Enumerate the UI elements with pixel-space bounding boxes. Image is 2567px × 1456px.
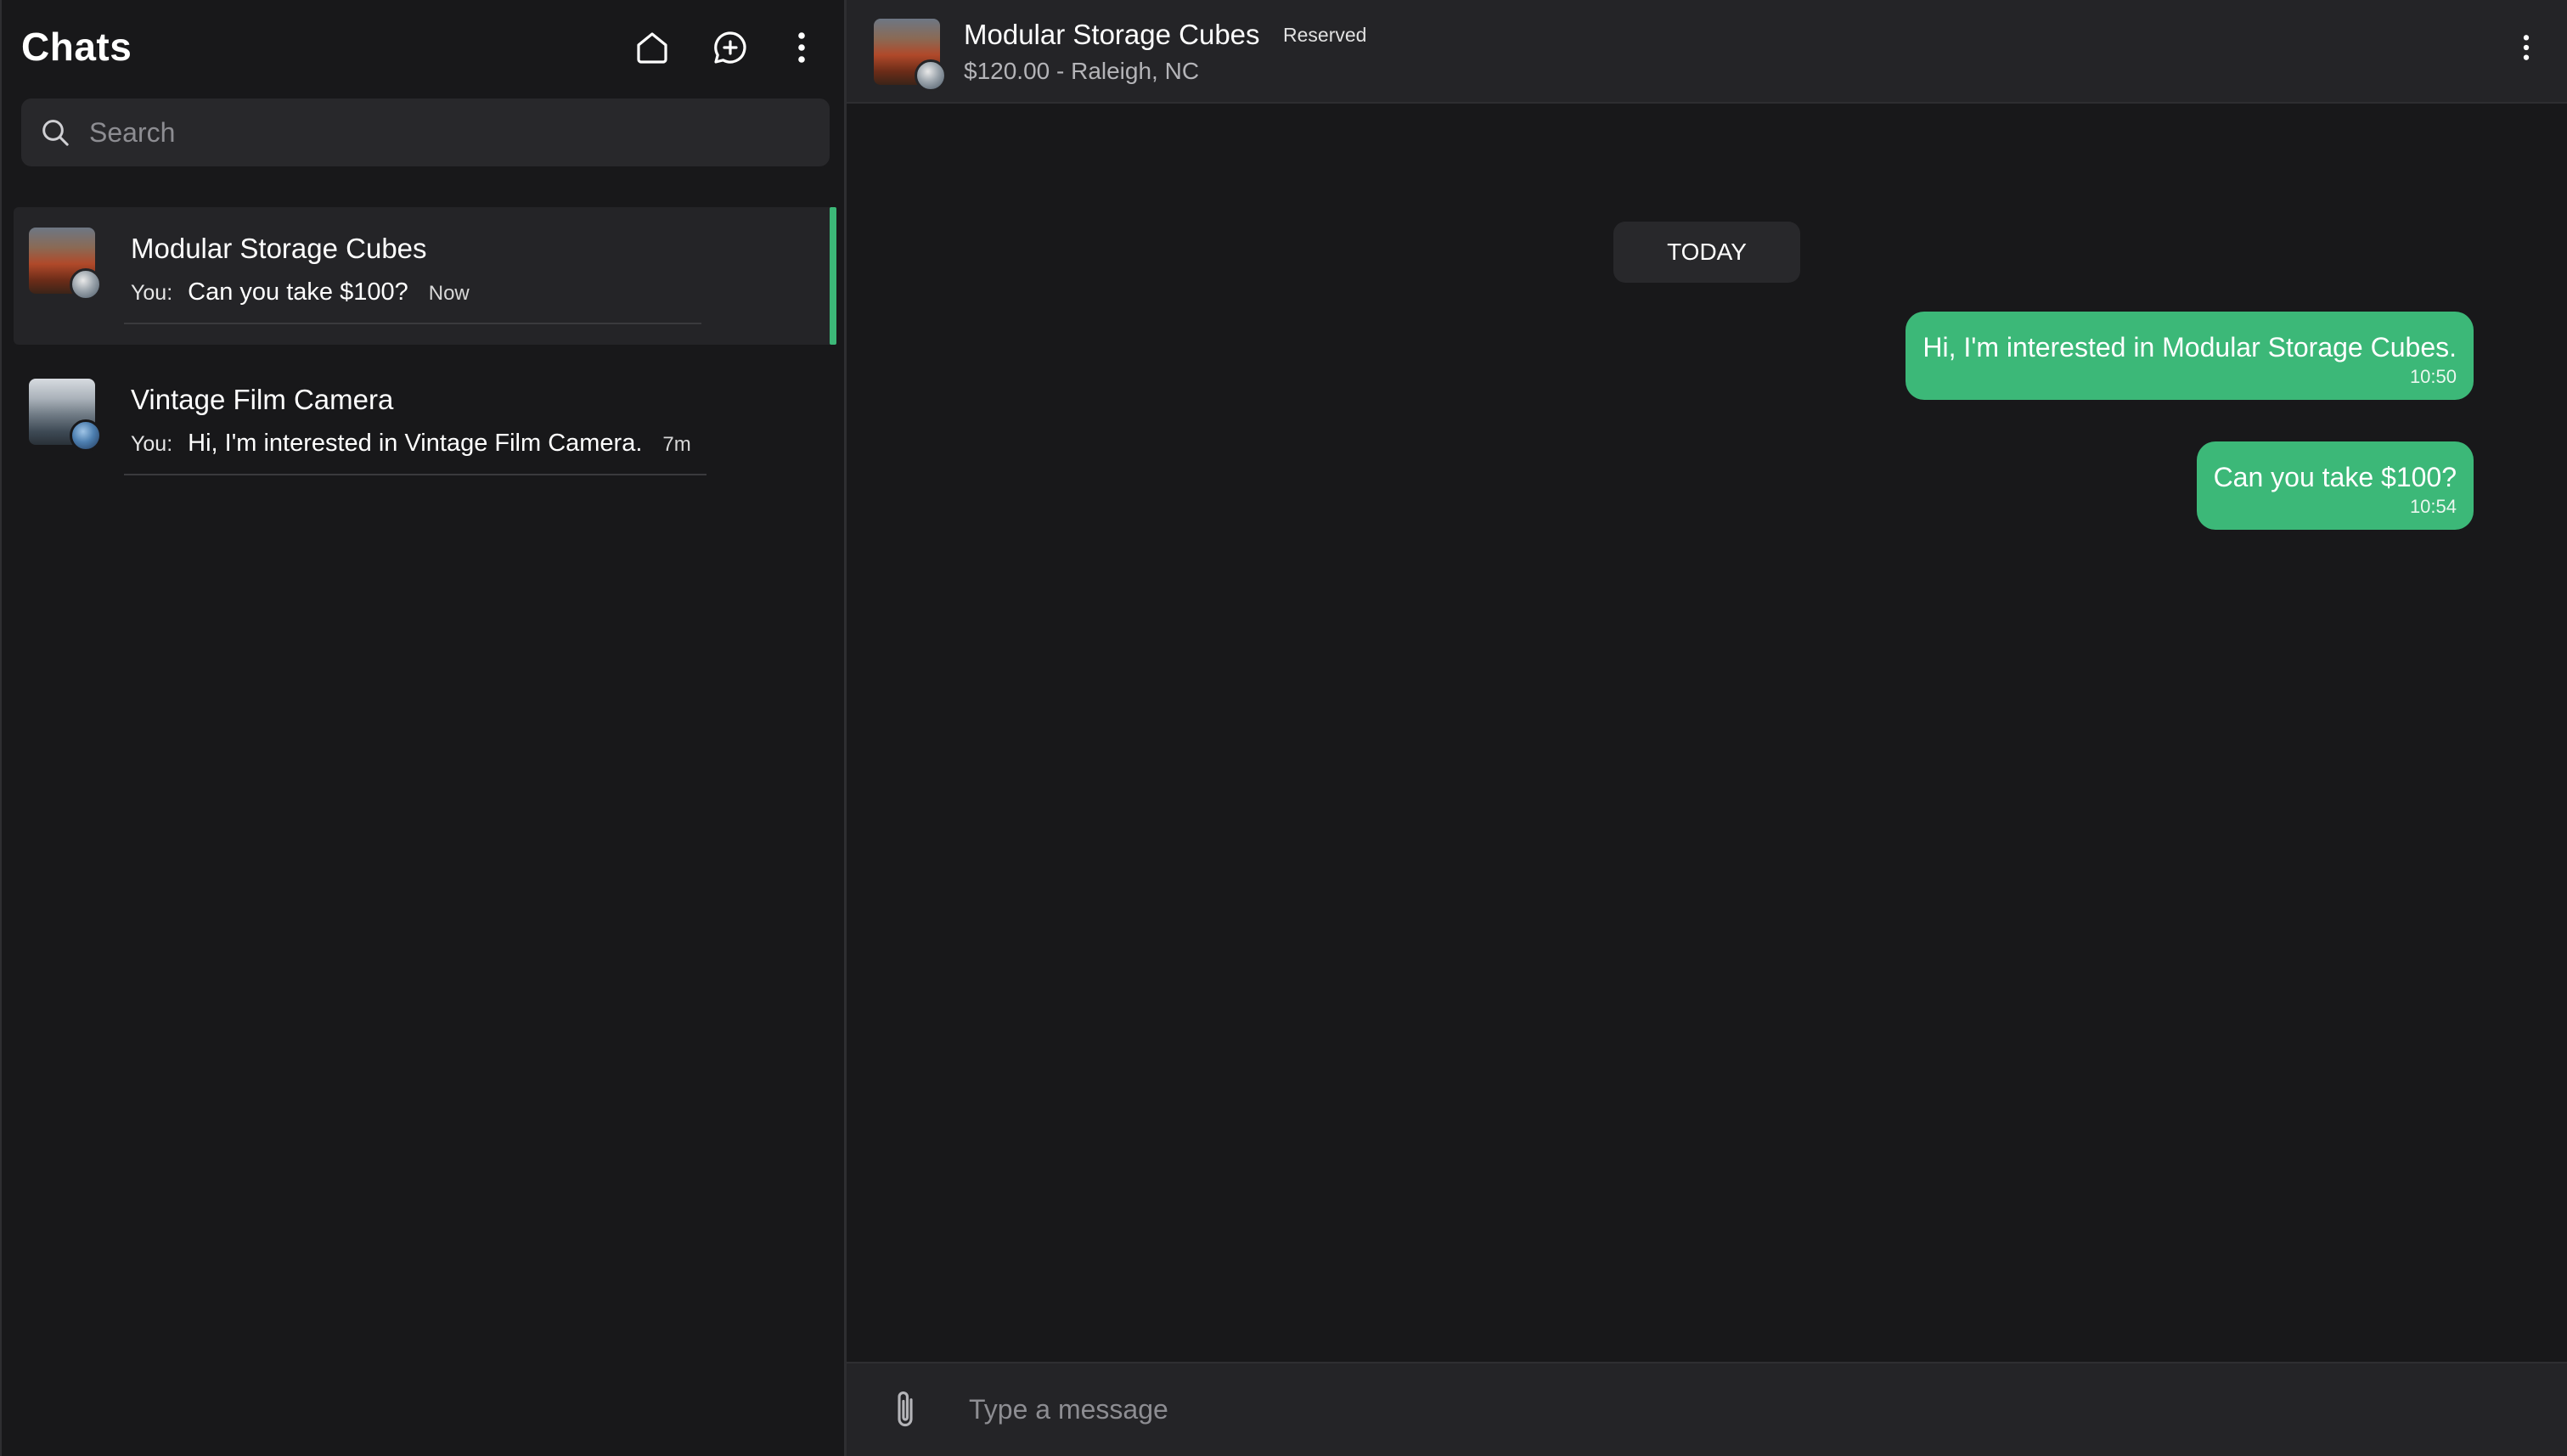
divider [124,323,701,324]
message-input[interactable] [967,1374,2533,1445]
message-text: Can you take $100? [2213,462,2457,492]
paperclip-icon[interactable] [875,1380,935,1440]
message-bubble-outgoing[interactable]: Can you take $100? 10:54 [2196,441,2474,530]
sidebar: Chats Search Modular Storage Cubes You: … [0,0,847,1456]
more-vertical-icon[interactable] [2508,25,2545,70]
avatar [915,59,947,92]
listing-price-location: $120.00 - Raleigh, NC [964,58,1200,84]
message-text: Hi, I'm interested in Modular Storage Cu… [1922,332,2457,363]
chat-last-message: Hi, I'm interested in Vintage Film Camer… [188,430,643,457]
chat-last-message: Can you take $100? [188,278,408,306]
message-bubble-outgoing[interactable]: Hi, I'm interested in Modular Storage Cu… [1906,312,2474,400]
new-chat-icon[interactable] [708,25,752,70]
chat-list: Modular Storage Cubes You: Can you take … [2,207,844,509]
chat-timestamp: 7m [662,433,691,456]
listing-title[interactable]: Modular Storage Cubes [964,19,1260,51]
conversation-panel: Modular Storage Cubes Reserved $120.00 -… [847,0,2567,1456]
message-time: 10:54 [2409,496,2457,517]
chat-app: Chats Search Modular Storage Cubes You: … [0,0,2567,1456]
more-vertical-icon[interactable] [780,25,824,70]
chat-item-modular-storage-cubes[interactable]: Modular Storage Cubes You: Can you take … [14,207,836,345]
message-time: 10:50 [2409,366,2457,387]
avatar [70,419,102,452]
chat-name: Modular Storage Cubes [131,233,427,264]
listing-thumbnail [29,379,102,452]
chat-preview: You: Hi, I'm interested in Vintage Film … [131,430,691,458]
divider [124,474,706,475]
message-composer [847,1362,2567,1456]
status-badge: Reserved [1283,24,1367,46]
chat-sender-label: You: [131,432,173,456]
chat-name: Vintage Film Camera [131,384,394,415]
search-input[interactable] [60,98,830,166]
avatar [70,268,102,301]
chat-sender-label: You: [131,281,173,305]
chat-item-vintage-film-camera[interactable]: Vintage Film Camera You: Hi, I'm interes… [14,358,836,496]
home-icon[interactable] [630,25,674,70]
chat-preview: You: Can you take $100? Now [131,278,470,306]
date-separator: TODAY [1613,222,1800,283]
listing-thumbnail[interactable] [874,19,947,92]
sidebar-header: Chats [2,0,844,97]
active-indicator [830,207,836,345]
chat-timestamp: Now [428,282,470,305]
conversation-header: Modular Storage Cubes Reserved $120.00 -… [847,0,2567,104]
search-bar [21,98,830,166]
listing-thumbnail [29,228,102,301]
page-title: Chats [21,25,132,69]
